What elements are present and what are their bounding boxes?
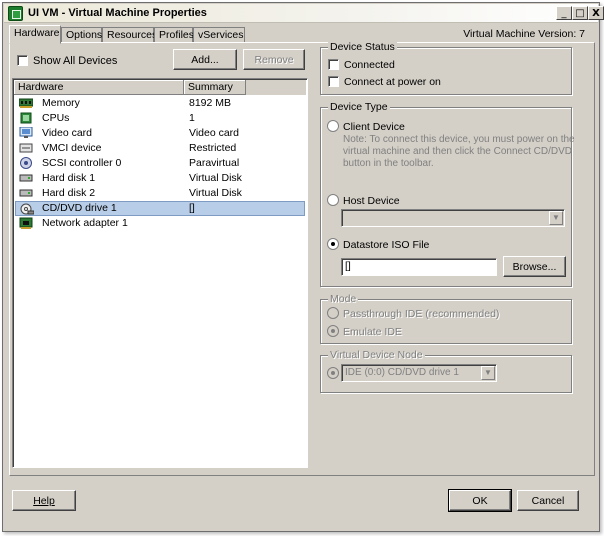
hardware-name: Memory [42, 97, 80, 109]
monitor-icon [19, 127, 33, 138]
minimize-button[interactable]: _ [556, 6, 572, 20]
datastore-iso-label: Datastore ISO File [343, 239, 430, 251]
hardware-row-network-adapter-1[interactable]: Network adapter 1 [15, 216, 305, 231]
virtual-device-node-radio [327, 367, 339, 379]
cd-drive-icon [20, 203, 34, 215]
host-device-radio[interactable] [327, 194, 339, 206]
device-status-title: Device Status [328, 41, 397, 53]
memory-icon [19, 98, 33, 108]
help-button[interactable]: Help [12, 490, 76, 511]
hardware-row-video-card[interactable]: Video card Video card [15, 126, 305, 141]
client-device-radio[interactable] [327, 120, 339, 132]
hardware-row-scsi-controller[interactable]: SCSI controller 0 Paravirtual [15, 156, 305, 171]
hardware-summary: Virtual Disk [189, 187, 242, 199]
connect-at-power-on-label: Connect at power on [344, 76, 441, 88]
add-button[interactable]: Add... [173, 49, 237, 70]
hardware-row-hard-disk-2[interactable]: Hard disk 2 Virtual Disk [15, 186, 305, 201]
network-adapter-icon [19, 217, 33, 229]
column-header-summary[interactable]: Summary [184, 80, 246, 95]
host-device-select[interactable]: ▼ [341, 209, 565, 227]
virtual-device-node-value: IDE (0:0) CD/DVD drive 1 [345, 367, 459, 378]
hardware-summary: Restricted [189, 142, 237, 154]
cancel-button[interactable]: Cancel [517, 490, 579, 511]
passthrough-ide-radio[interactable] [327, 307, 339, 319]
vm-app-icon [8, 6, 23, 21]
harddisk-icon [19, 189, 33, 197]
client-device-note-line2: virtual machine and then click the Conne… [343, 146, 572, 157]
hardware-summary: Paravirtual [189, 157, 240, 169]
virtual-device-node-title: Virtual Device Node [328, 349, 425, 361]
show-all-devices-checkbox[interactable] [17, 55, 28, 66]
hardware-name: CPUs [42, 112, 70, 124]
host-device-label: Host Device [343, 195, 400, 207]
remove-button[interactable]: Remove [243, 49, 305, 70]
hardware-list[interactable]: Hardware Summary Memory 8192 MB CPUs 1 V… [12, 78, 308, 468]
vmci-icon [19, 143, 33, 153]
client-device-note-line3: button in the toolbar. [343, 158, 434, 169]
passthrough-ide-label: Passthrough IDE (recommended) [343, 308, 500, 320]
hardware-row-cpus[interactable]: CPUs 1 [15, 111, 305, 126]
hardware-name: Network adapter 1 [42, 217, 128, 229]
tab-options[interactable]: Options [61, 27, 102, 43]
tab-profiles[interactable]: Profiles [154, 27, 194, 43]
show-all-devices-label: Show All Devices [33, 55, 118, 67]
emulate-ide-label: Emulate IDE [343, 326, 402, 338]
vm-properties-dialog: UI VM - Virtual Machine Properties _ □ X… [2, 2, 604, 532]
connected-checkbox[interactable] [328, 59, 339, 70]
hardware-name: Video card [42, 127, 93, 139]
hardware-row-memory[interactable]: Memory 8192 MB [15, 96, 305, 111]
tab-resources[interactable]: Resources [102, 27, 157, 43]
emulate-ide-radio[interactable] [327, 325, 339, 337]
mode-title: Mode [328, 293, 359, 305]
tab-hardware[interactable]: Hardware [9, 25, 61, 44]
hardware-summary: Virtual Disk [189, 172, 242, 184]
column-header-hardware[interactable]: Hardware [14, 80, 184, 95]
hardware-summary: 8192 MB [189, 97, 232, 109]
hardware-row-vmci-device[interactable]: VMCI device Restricted [15, 141, 305, 156]
virtual-device-node-select[interactable]: IDE (0:0) CD/DVD drive 1 ▼ [341, 364, 497, 382]
datastore-iso-radio[interactable] [327, 238, 339, 250]
hardware-summary: [] [189, 202, 195, 214]
maximize-button[interactable]: □ [572, 6, 588, 20]
connected-label: Connected [344, 59, 395, 71]
client-device-label: Client Device [343, 121, 405, 133]
hardware-summary: 1 [189, 112, 195, 124]
vm-version-label: Virtual Machine Version: 7 [463, 28, 585, 40]
chevron-down-icon[interactable]: ▼ [481, 366, 495, 380]
client-device-note-line1: Note: To connect this device, you must p… [343, 134, 575, 145]
device-type-title: Device Type [328, 101, 390, 113]
ok-button[interactable]: OK [448, 489, 512, 512]
close-button[interactable]: X [588, 6, 604, 20]
hardware-name: Hard disk 2 [42, 187, 96, 199]
hardware-row-cd-dvd-drive-1[interactable]: CD/DVD drive 1 [] [15, 201, 305, 216]
window-title: UI VM - Virtual Machine Properties [28, 7, 207, 19]
hardware-name: VMCI device [42, 142, 102, 154]
hardware-row-hard-disk-1[interactable]: Hard disk 1 Virtual Disk [15, 171, 305, 186]
harddisk-icon [19, 174, 33, 182]
hardware-name: SCSI controller 0 [42, 157, 122, 169]
title-bar[interactable]: UI VM - Virtual Machine Properties _ □ X [4, 4, 604, 23]
browse-button[interactable]: Browse... [503, 256, 566, 277]
hardware-summary: Video card [189, 127, 240, 139]
chevron-down-icon[interactable]: ▼ [549, 211, 563, 225]
hardware-name: Hard disk 1 [42, 172, 96, 184]
scsi-icon [20, 157, 32, 169]
hardware-list-header: Hardware Summary [14, 80, 306, 95]
tab-vservices[interactable]: vServices [193, 27, 245, 43]
connect-at-power-on-checkbox[interactable] [328, 76, 339, 87]
datastore-iso-path-input[interactable]: [] [341, 258, 497, 276]
hardware-name: CD/DVD drive 1 [42, 202, 117, 214]
cpu-icon [20, 112, 32, 124]
